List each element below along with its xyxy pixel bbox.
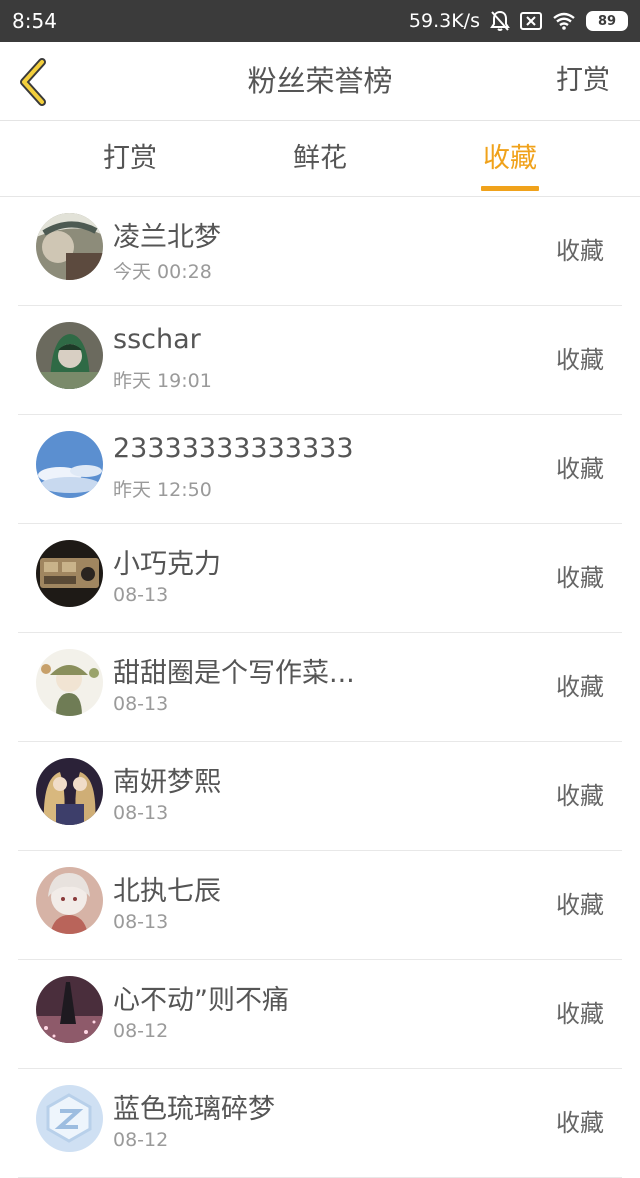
list-item[interactable]: 23333333333333 昨天 12:50 收藏: [18, 415, 622, 524]
timestamp: 08-13: [113, 693, 169, 715]
favorite-label: 收藏: [556, 1000, 604, 1028]
header: 粉丝荣誉榜 打赏: [0, 42, 640, 121]
fan-list: 凌兰北梦 今天 00:28 收藏 sschar 昨天 19:01 收藏 2333…: [0, 197, 640, 1178]
sim-off-icon: [520, 12, 542, 30]
avatar: [36, 431, 103, 498]
user-name: 南妍梦熙: [113, 767, 221, 798]
user-name: 23333333333333: [113, 433, 354, 464]
avatar: [36, 213, 103, 280]
favorite-label: 收藏: [556, 564, 604, 592]
status-icons: 59.3K/s 89: [409, 10, 628, 32]
user-name: 蓝色琉璃碎梦: [113, 1094, 275, 1125]
avatar: [36, 540, 103, 607]
timestamp: 08-13: [113, 584, 169, 606]
user-name: 北执七辰: [113, 876, 221, 907]
battery-icon: 89: [586, 11, 628, 31]
favorite-label: 收藏: [556, 237, 604, 265]
timestamp: 08-12: [113, 1020, 169, 1042]
network-speed: 59.3K/s: [408, 10, 480, 32]
list-item[interactable]: 蓝色琉璃碎梦 08-12 收藏: [18, 1069, 622, 1178]
status-time: 8:54: [12, 9, 57, 33]
list-item[interactable]: 心不动”则不痛 08-12 收藏: [18, 960, 622, 1069]
list-item[interactable]: 凌兰北梦 今天 00:28 收藏: [18, 197, 622, 306]
list-item[interactable]: sschar 昨天 19:01 收藏: [18, 306, 622, 415]
active-tab-indicator: [481, 186, 539, 191]
wifi-icon: [552, 12, 576, 30]
timestamp: 08-12: [113, 1129, 169, 1151]
timestamp: 今天 00:28: [113, 261, 212, 283]
tab-favorites[interactable]: 收藏: [481, 121, 539, 196]
tab-flowers[interactable]: 鲜花: [293, 121, 347, 196]
user-name: 凌兰北梦: [113, 222, 221, 253]
list-item[interactable]: 北执七辰 08-13 收藏: [18, 851, 622, 960]
favorite-label: 收藏: [556, 673, 604, 701]
tab-favorites-label: 收藏: [483, 143, 537, 174]
bell-muted-icon: [490, 10, 510, 32]
favorite-label: 收藏: [556, 782, 604, 810]
page-title: 粉丝荣誉榜: [247, 64, 393, 98]
favorite-label: 收藏: [556, 455, 604, 483]
avatar: [36, 867, 103, 934]
favorite-label: 收藏: [556, 346, 604, 374]
reward-button[interactable]: 打赏: [556, 42, 610, 120]
list-item[interactable]: 小巧克力 08-13 收藏: [18, 524, 622, 633]
timestamp: 08-13: [113, 911, 169, 933]
favorite-label: 收藏: [556, 1109, 604, 1137]
status-bar: 8:54 59.3K/s 89: [0, 0, 640, 42]
tab-reward[interactable]: 打赏: [103, 121, 157, 196]
avatar: [36, 1085, 103, 1152]
timestamp: 昨天 19:01: [113, 370, 212, 392]
list-item[interactable]: 南妍梦熙 08-13 收藏: [18, 742, 622, 851]
timestamp: 昨天 12:50: [113, 479, 212, 501]
avatar: [36, 758, 103, 825]
favorite-label: 收藏: [556, 891, 604, 919]
user-name: 甜甜圈是个写作菜...: [113, 658, 355, 689]
avatar: [36, 322, 103, 389]
user-name: 心不动”则不痛: [113, 985, 289, 1016]
avatar: [36, 976, 103, 1043]
avatar: [36, 649, 103, 716]
timestamp: 08-13: [113, 802, 169, 824]
user-name: sschar: [113, 324, 201, 355]
tab-bar: 打赏 鲜花 收藏: [0, 121, 640, 197]
user-name: 小巧克力: [113, 549, 221, 580]
list-item[interactable]: 甜甜圈是个写作菜... 08-13 收藏: [18, 633, 622, 742]
